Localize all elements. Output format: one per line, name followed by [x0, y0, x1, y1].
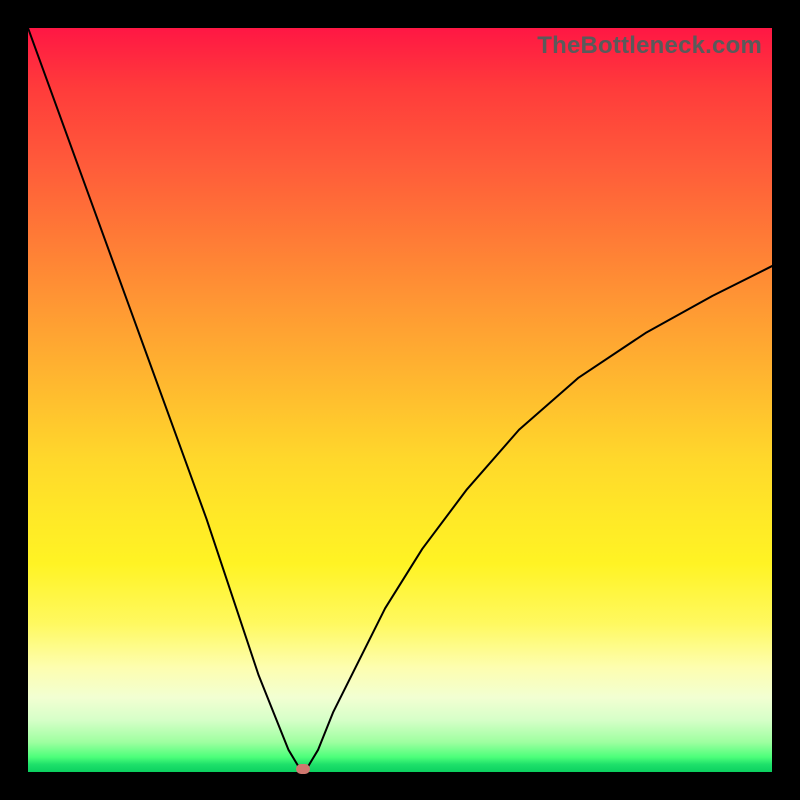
chart-frame: TheBottleneck.com	[0, 0, 800, 800]
minimum-marker	[296, 764, 310, 774]
bottleneck-curve	[28, 28, 772, 768]
plot-area: TheBottleneck.com	[28, 28, 772, 772]
curve-svg	[28, 28, 772, 772]
